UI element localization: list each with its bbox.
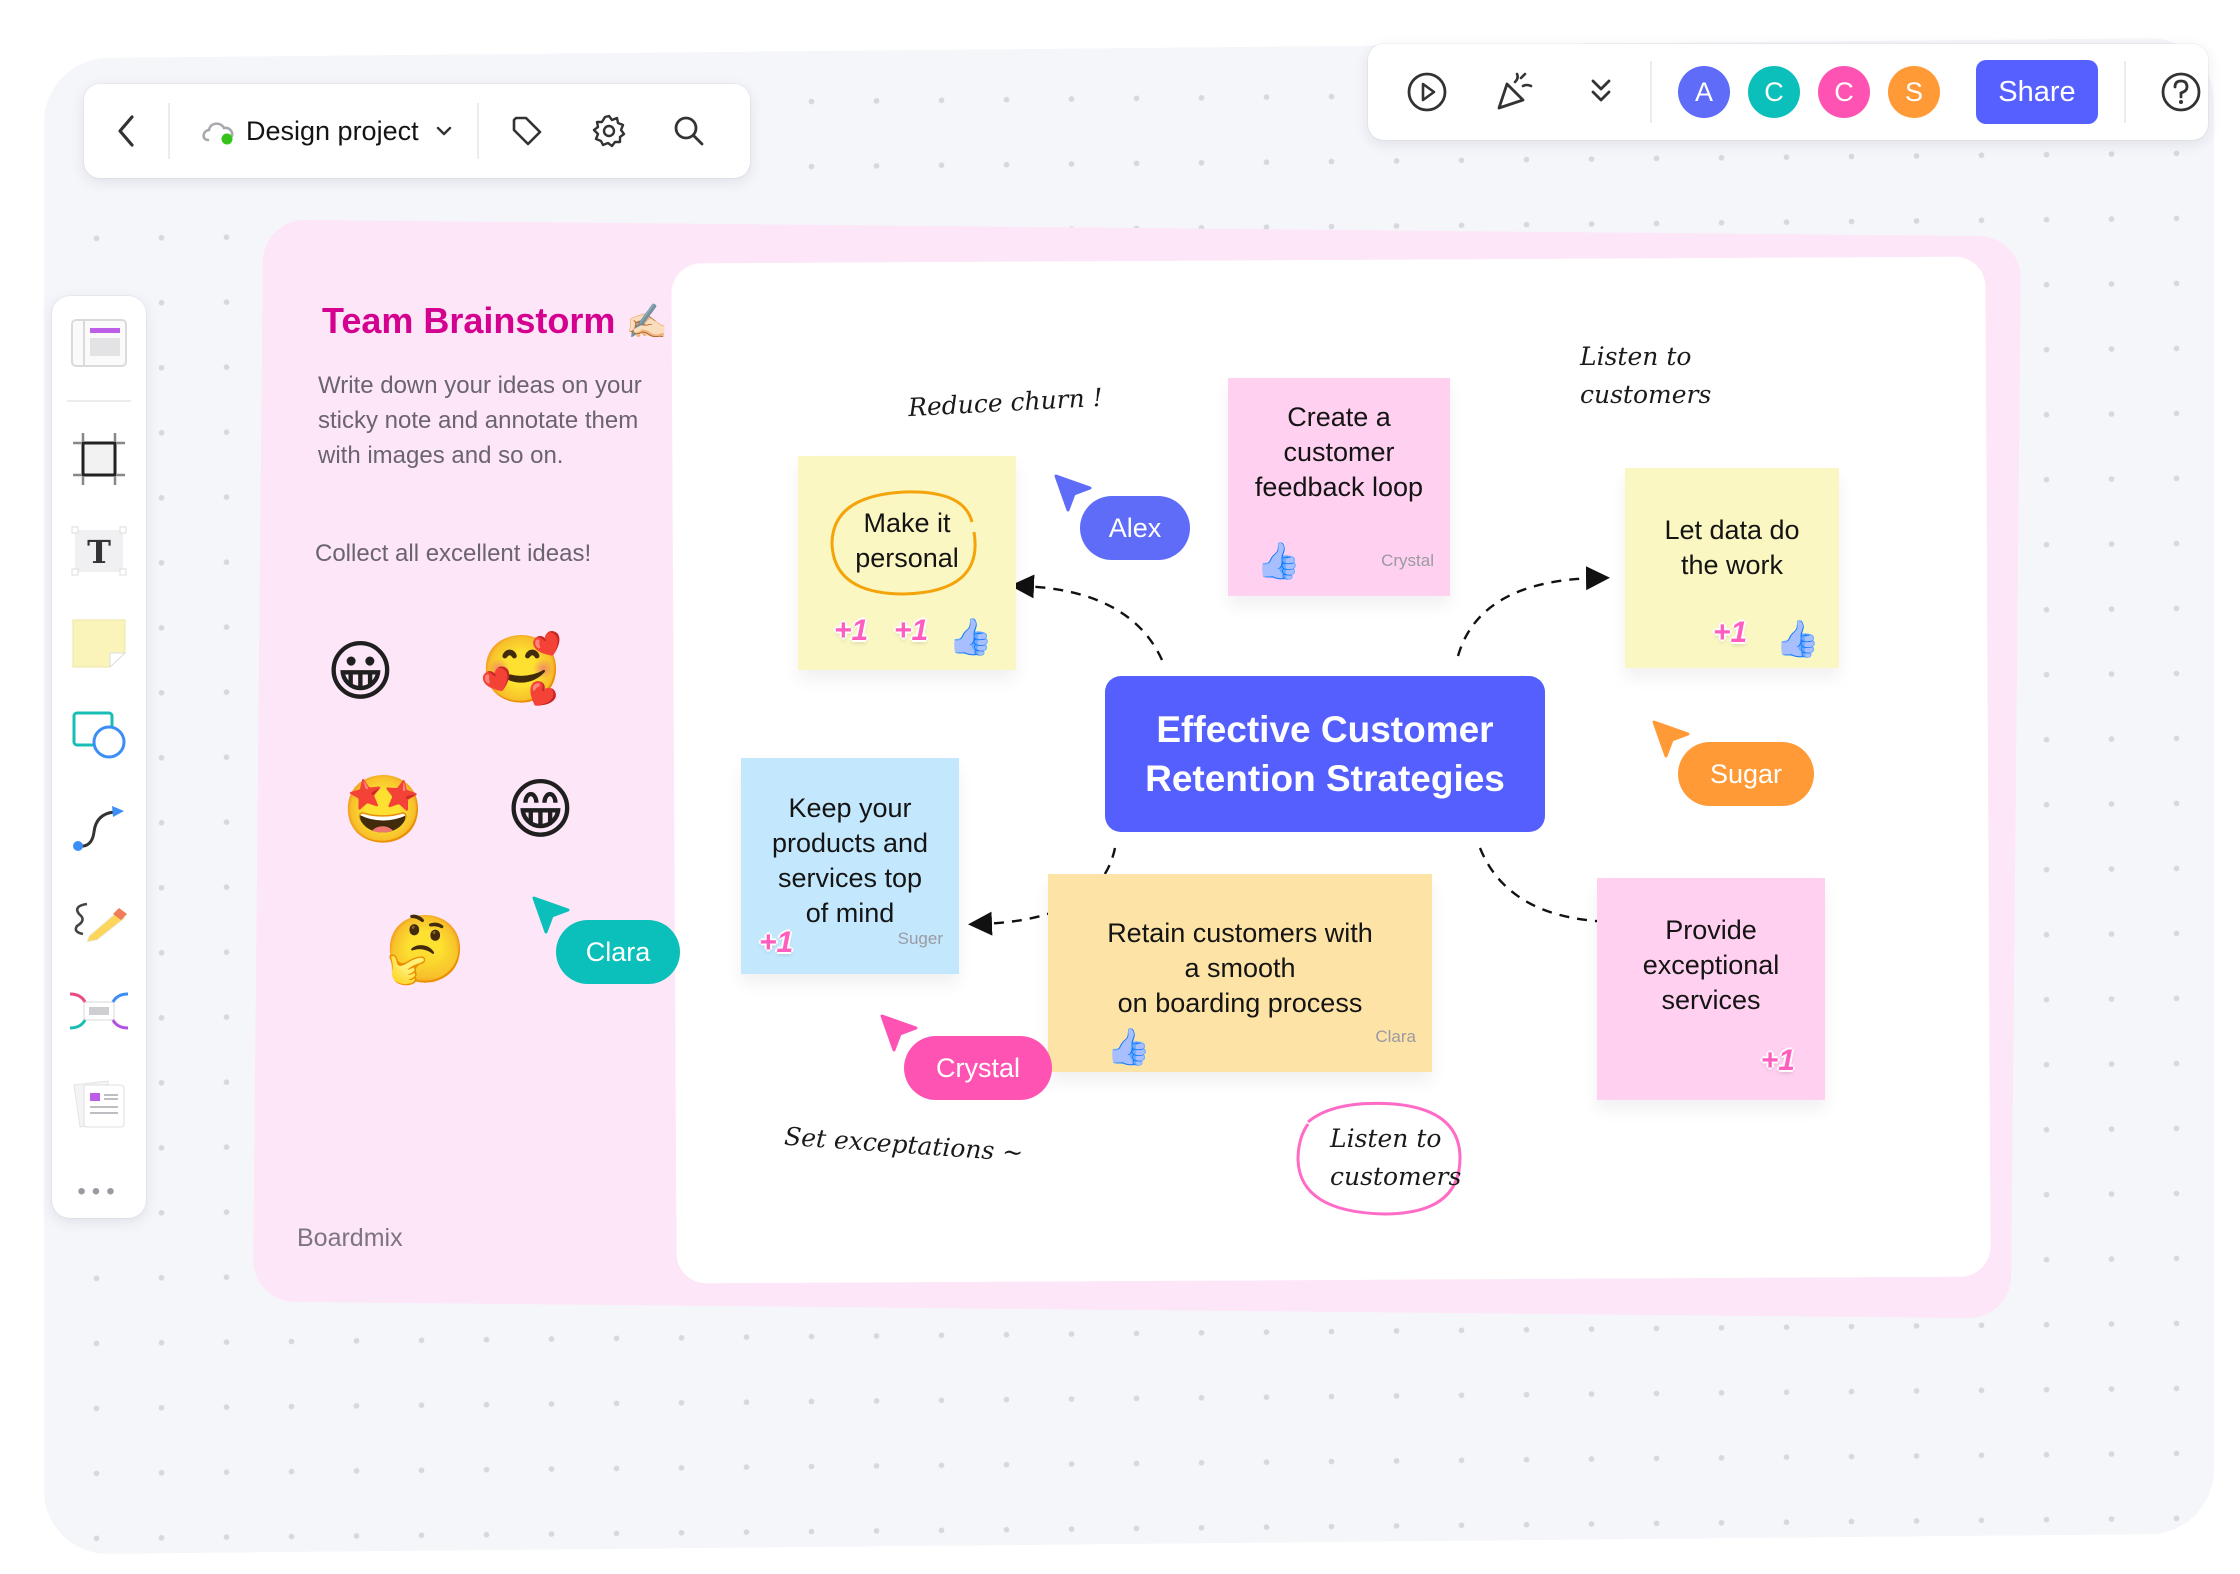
sticky-text: customer (1283, 436, 1395, 467)
thumbs-up-sticker[interactable]: 👍 (1106, 1029, 1151, 1065)
thumbs-up-sticker[interactable]: 👍 (1775, 621, 1820, 657)
sticky-note-make-it-personal[interactable]: Make it personal +1 +1 👍 (798, 456, 1016, 670)
plus-one-sticker[interactable]: +1 (1713, 615, 1747, 650)
cursor-label-alex: Alex (1080, 496, 1190, 560)
connector-to-make-it-personal[interactable] (1010, 574, 1164, 661)
sticky-author: Clara (1375, 1027, 1416, 1046)
handwritten-line: customers (1330, 1162, 1462, 1191)
handwritten-listen-circled[interactable]: Listen to customers (1330, 1120, 1461, 1196)
handwritten-listen-top[interactable]: Listen to customers (1580, 338, 1711, 414)
sticky-text: personal (855, 543, 959, 573)
sticky-text: exceptional (1642, 949, 1780, 980)
sticky-text: Retain customers with (1107, 917, 1373, 948)
sticky-text: Create a (1287, 401, 1391, 432)
sticky-note-onboarding[interactable]: Retain customers with a smooth on boardi… (1048, 874, 1432, 1072)
thumbs-up-sticker[interactable]: 👍 (1256, 543, 1301, 579)
sticky-text: a smooth (1184, 952, 1296, 983)
sticky-text: on boarding process (1117, 987, 1363, 1018)
central-topic[interactable]: Effective Customer Retention Strategies (1105, 676, 1545, 832)
thumbs-up-sticker[interactable]: 👍 (948, 619, 993, 655)
connector-to-let-data[interactable] (1456, 566, 1610, 657)
sticky-text: products and (771, 828, 929, 858)
cursor-label-crystal: Crystal (904, 1036, 1052, 1100)
sticky-note-let-data[interactable]: Let data do the work +1 👍 (1625, 468, 1839, 668)
handwritten-line: customers (1580, 380, 1712, 409)
plus-one-sticker[interactable]: +1 (834, 613, 868, 648)
plus-one-sticker[interactable]: +1 (894, 613, 928, 648)
sticky-text: feedback loop (1254, 471, 1424, 502)
central-topic-line: Retention Strategies (1145, 758, 1505, 799)
cursor-label-sugar: Sugar (1678, 742, 1814, 806)
sticky-text: Make it (863, 508, 951, 538)
sticky-text: Let data do (1664, 515, 1800, 545)
sticky-note-exceptional-services[interactable]: Provide exceptional services +1 (1597, 878, 1825, 1100)
sticky-text: the work (1680, 550, 1784, 580)
sticky-author: Crystal (1381, 551, 1434, 570)
sticky-author: Suger (897, 929, 943, 948)
plus-one-sticker[interactable]: +1 (759, 925, 793, 960)
handwritten-line: Listen to (1330, 1124, 1442, 1153)
central-topic-line: Effective Customer (1156, 709, 1494, 750)
sticky-text: services (1661, 984, 1761, 1015)
cursor-label-clara: Clara (556, 920, 680, 984)
sticky-text: Keep your (788, 793, 912, 823)
sticky-note-keep-top-of-mind[interactable]: Keep your products and services top of m… (741, 758, 959, 974)
handwritten-line: Listen to (1580, 342, 1692, 371)
plus-one-sticker[interactable]: +1 (1761, 1043, 1795, 1078)
sticky-text: Provide (1665, 914, 1757, 945)
sticky-note-feedback-loop[interactable]: Create a customer feedback loop 👍 Crysta… (1228, 378, 1450, 596)
sticky-text: services top (777, 863, 923, 893)
